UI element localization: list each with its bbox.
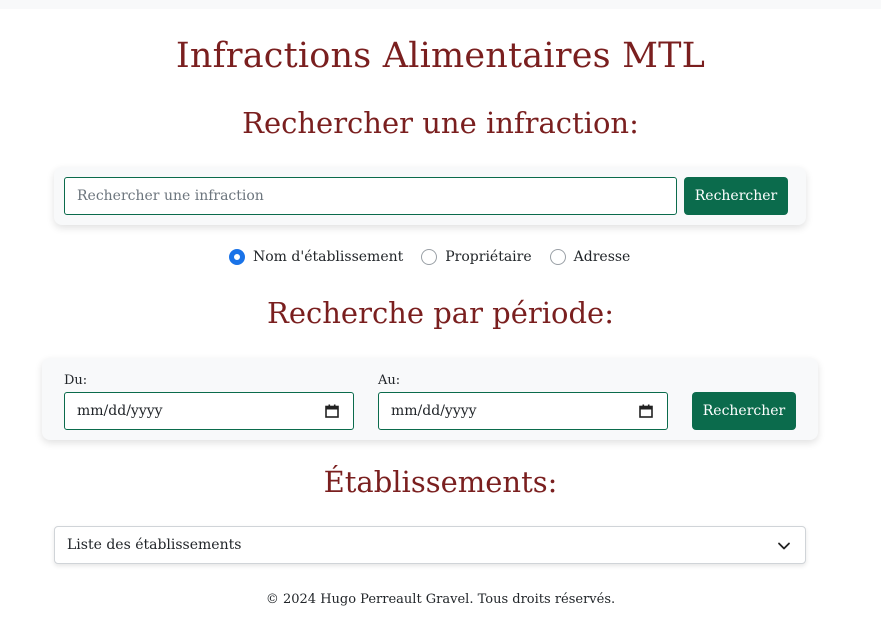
radio-label: Propriétaire bbox=[445, 249, 532, 265]
from-date-value: mm/dd/yyyy bbox=[77, 403, 163, 419]
to-date-value: mm/dd/yyyy bbox=[391, 403, 477, 419]
establishments-heading: Établissements: bbox=[323, 465, 558, 499]
radio-label: Adresse bbox=[573, 249, 631, 265]
radio-circle[interactable] bbox=[549, 249, 566, 265]
period-card: Du: Au: mm/dd/yyyy mm/dd/yyyy Rechercher bbox=[42, 358, 818, 440]
establishments-select[interactable]: Liste des établissements bbox=[54, 526, 806, 564]
search-type-options: Nom d'établissement Propriétaire Adresse bbox=[229, 248, 648, 266]
search-heading: Rechercher une infraction: bbox=[242, 106, 639, 140]
radio-circle-checked[interactable] bbox=[229, 249, 245, 265]
page-title: Infractions Alimentaires MTL bbox=[175, 36, 706, 76]
search-placeholder: Rechercher une infraction bbox=[77, 188, 264, 204]
to-label: Au: bbox=[378, 373, 401, 388]
search-card: Rechercher une infraction Rechercher bbox=[54, 167, 806, 225]
to-date-input[interactable]: mm/dd/yyyy bbox=[378, 392, 668, 430]
calendar-icon[interactable] bbox=[639, 404, 653, 418]
chevron-down-icon bbox=[778, 542, 790, 550]
radio-nom-etablissement[interactable]: Nom d'établissement bbox=[229, 249, 403, 265]
period-heading: Recherche par période: bbox=[267, 296, 614, 330]
select-value: Liste des établissements bbox=[67, 537, 242, 553]
search-button[interactable]: Rechercher bbox=[684, 177, 788, 215]
radio-label: Nom d'établissement bbox=[253, 249, 404, 265]
radio-adresse[interactable]: Adresse bbox=[549, 249, 631, 265]
from-date-input[interactable]: mm/dd/yyyy bbox=[64, 392, 354, 430]
top-bar bbox=[0, 0, 881, 9]
radio-proprietaire[interactable]: Propriétaire bbox=[421, 249, 532, 265]
radio-circle[interactable] bbox=[421, 249, 438, 265]
search-input[interactable]: Rechercher une infraction bbox=[64, 177, 677, 215]
period-search-button[interactable]: Rechercher bbox=[692, 392, 796, 430]
calendar-icon[interactable] bbox=[325, 404, 339, 418]
footer-copyright: © 2024 Hugo Perreault Gravel. Tous droit… bbox=[265, 592, 616, 607]
from-label: Du: bbox=[64, 373, 88, 388]
